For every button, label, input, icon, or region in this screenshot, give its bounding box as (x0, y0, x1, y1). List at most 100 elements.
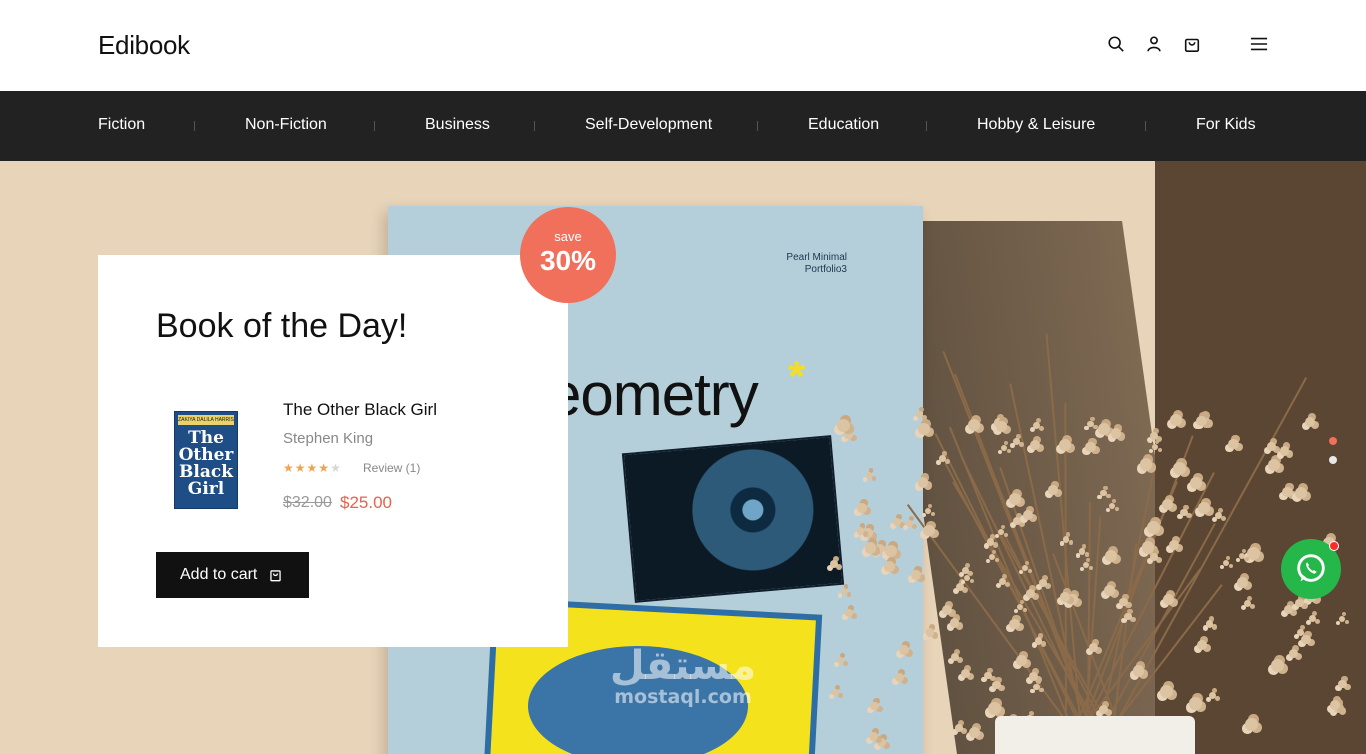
flower-bloom (1039, 579, 1047, 588)
nav-item-self-development[interactable]: Self-Development (585, 116, 712, 134)
flower-bloom (836, 657, 844, 665)
user-icon[interactable] (1143, 33, 1165, 55)
flower-bloom (1205, 620, 1214, 628)
book-title-link[interactable]: The Other Black Girl (283, 400, 437, 420)
notification-dot (1329, 541, 1339, 551)
book-of-the-day-card: Book of the Day! ZAKIYA DALILA HARRIS Th… (98, 255, 568, 647)
flower-bloom (1245, 718, 1259, 731)
flower-bloom (999, 577, 1007, 585)
flower-bloom (898, 644, 909, 656)
add-to-cart-label: Add to cart (180, 566, 258, 583)
discount-badge-value: 30% (539, 245, 597, 276)
flower-bloom (1098, 704, 1108, 715)
flower-bloom (949, 618, 959, 628)
slider-dot-2[interactable] (1329, 456, 1337, 464)
search-icon[interactable] (1105, 33, 1127, 55)
star-filled-icon: ★ (306, 461, 319, 475)
bag-icon[interactable] (1181, 33, 1203, 55)
flower-bloom (987, 702, 1001, 716)
nav-divider (926, 121, 927, 131)
nav-item-hobby-leisure[interactable]: Hobby & Leisure (977, 116, 1095, 134)
flower-bloom (1013, 437, 1020, 445)
review-count[interactable]: Review (1) (363, 461, 420, 475)
nav-item-education[interactable]: Education (808, 116, 879, 134)
flower-bloom (1088, 642, 1098, 652)
add-to-cart-button[interactable]: Add to cart (156, 552, 309, 598)
book-cover-thumbnail[interactable]: ZAKIYA DALILA HARRIS The Other Black Gir… (174, 411, 238, 509)
discount-badge-label: save (554, 229, 582, 244)
book-publisher-text: Pearl Minimal Portfolio3 (786, 252, 847, 275)
flower-bloom (1149, 553, 1158, 562)
flower-bloom (917, 423, 930, 436)
flower-bloom (1141, 541, 1154, 554)
flower-bloom (983, 671, 992, 680)
flower-bloom (922, 524, 935, 537)
flower-bloom (1060, 592, 1070, 602)
flower-bloom (863, 528, 873, 538)
book-author: Stephen King (283, 430, 374, 447)
star-filled-icon: ★ (318, 461, 331, 475)
flower-bloom (1152, 443, 1159, 450)
nav-divider (194, 121, 195, 131)
nav-item-for-kids[interactable]: For Kids (1196, 116, 1256, 134)
cover-author-strip: ZAKIYA DALILA HARRIS (178, 415, 234, 425)
flower-bloom (1247, 546, 1260, 560)
flower-bloom (857, 503, 867, 513)
flower-bloom (1172, 461, 1186, 475)
flower-bloom (1160, 684, 1174, 698)
nav-item-fiction[interactable]: Fiction (98, 116, 145, 134)
nav-divider (1145, 121, 1146, 131)
flower-bloom (939, 455, 947, 462)
flower-bloom (925, 627, 935, 637)
site-logo[interactable]: Edibook (98, 30, 190, 61)
flower-bloom (1029, 439, 1041, 450)
vase (995, 716, 1195, 754)
flower-bloom (1236, 576, 1249, 588)
nav-item-non-fiction[interactable]: Non-Fiction (245, 116, 327, 134)
star-empty-icon: ★ (330, 461, 342, 475)
flower-bloom (1190, 477, 1202, 489)
flower-bloom (1124, 612, 1132, 621)
watermark: مستقل mostaql.com (598, 646, 768, 708)
flower-bloom (1338, 679, 1347, 689)
flower-bloom (837, 418, 851, 432)
flower-bloom (1267, 442, 1277, 451)
flower-bloom (1133, 665, 1145, 677)
flower-bloom (960, 668, 970, 679)
flower-bloom (1170, 413, 1183, 426)
slider-dot-1[interactable] (1329, 437, 1337, 445)
discount-badge: save 30% (520, 207, 616, 303)
cover-title-text: The Other Black Girl (178, 428, 234, 499)
book-cover-star: * (788, 352, 806, 401)
flower-bloom (961, 567, 969, 575)
flower-bloom (1301, 634, 1311, 645)
flower-bloom (856, 527, 865, 535)
nav-divider (374, 121, 375, 131)
old-price: $32.00 (283, 494, 332, 511)
book-cover-eye-photo (621, 435, 845, 603)
flower-bloom (911, 570, 921, 580)
watermark-latin: mostaql.com (614, 686, 752, 708)
flower-bloom (917, 477, 929, 488)
flower-bloom (1189, 697, 1202, 710)
flower-bloom (883, 560, 895, 572)
sale-price: $25.00 (340, 493, 392, 512)
flower-bloom (876, 737, 886, 747)
flower-bloom (942, 604, 952, 615)
flower-bloom (1048, 485, 1058, 495)
menu-icon[interactable] (1248, 33, 1270, 55)
flower-bloom (830, 559, 838, 568)
flower-bloom (1034, 637, 1043, 645)
flower-bloom (1009, 619, 1020, 630)
flower-bloom (1198, 502, 1210, 514)
flower-bloom (1197, 639, 1207, 650)
flower-bloom (1208, 691, 1216, 699)
nav-divider (757, 121, 758, 131)
flower-bloom (1015, 655, 1027, 666)
flower-bloom (864, 542, 876, 554)
flower-bloom (967, 419, 980, 432)
nav-item-business[interactable]: Business (425, 116, 490, 134)
flower-bloom (1283, 604, 1293, 615)
flower-bloom (1180, 508, 1188, 516)
cart-icon (269, 569, 282, 582)
